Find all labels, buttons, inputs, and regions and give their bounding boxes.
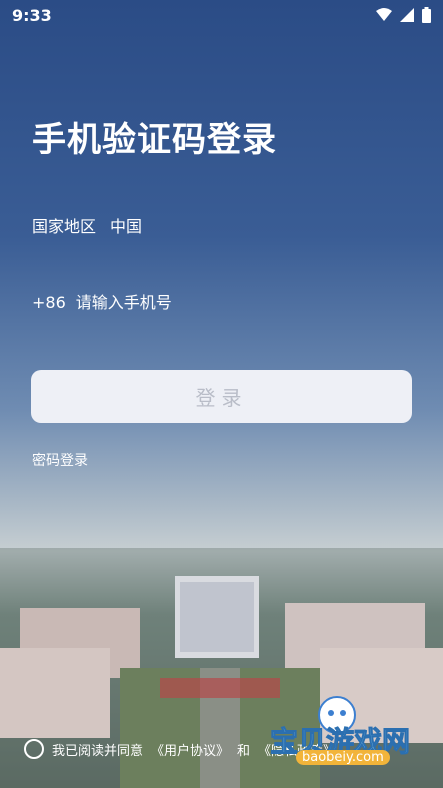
status-time: 9:33 <box>12 5 52 25</box>
region-value: 中国 <box>110 217 143 236</box>
country-region-selector[interactable]: 国家地区 中国 <box>32 213 142 237</box>
agreement-and: 和 <box>237 743 251 759</box>
country-code[interactable]: +86 <box>32 293 66 312</box>
cellular-signal-icon <box>400 8 414 22</box>
password-login-link[interactable]: 密码登录 <box>32 450 88 470</box>
agreement-prefix: 我已阅读并同意 <box>52 743 144 759</box>
wifi-icon <box>376 8 392 21</box>
phone-number-row: +86 <box>32 293 376 312</box>
battery-icon <box>422 7 431 23</box>
watermark-url: baobeiy.com <box>296 750 390 765</box>
region-label: 国家地区 <box>32 217 97 236</box>
login-button[interactable]: 登录 <box>31 370 412 423</box>
phone-number-input[interactable] <box>75 293 376 312</box>
page-title: 手机验证码登录 <box>32 120 277 160</box>
agreement-checkbox[interactable] <box>24 739 44 759</box>
user-agreement-link[interactable]: 《用户协议》 <box>151 740 229 759</box>
status-bar: 9:33 <box>0 0 443 30</box>
